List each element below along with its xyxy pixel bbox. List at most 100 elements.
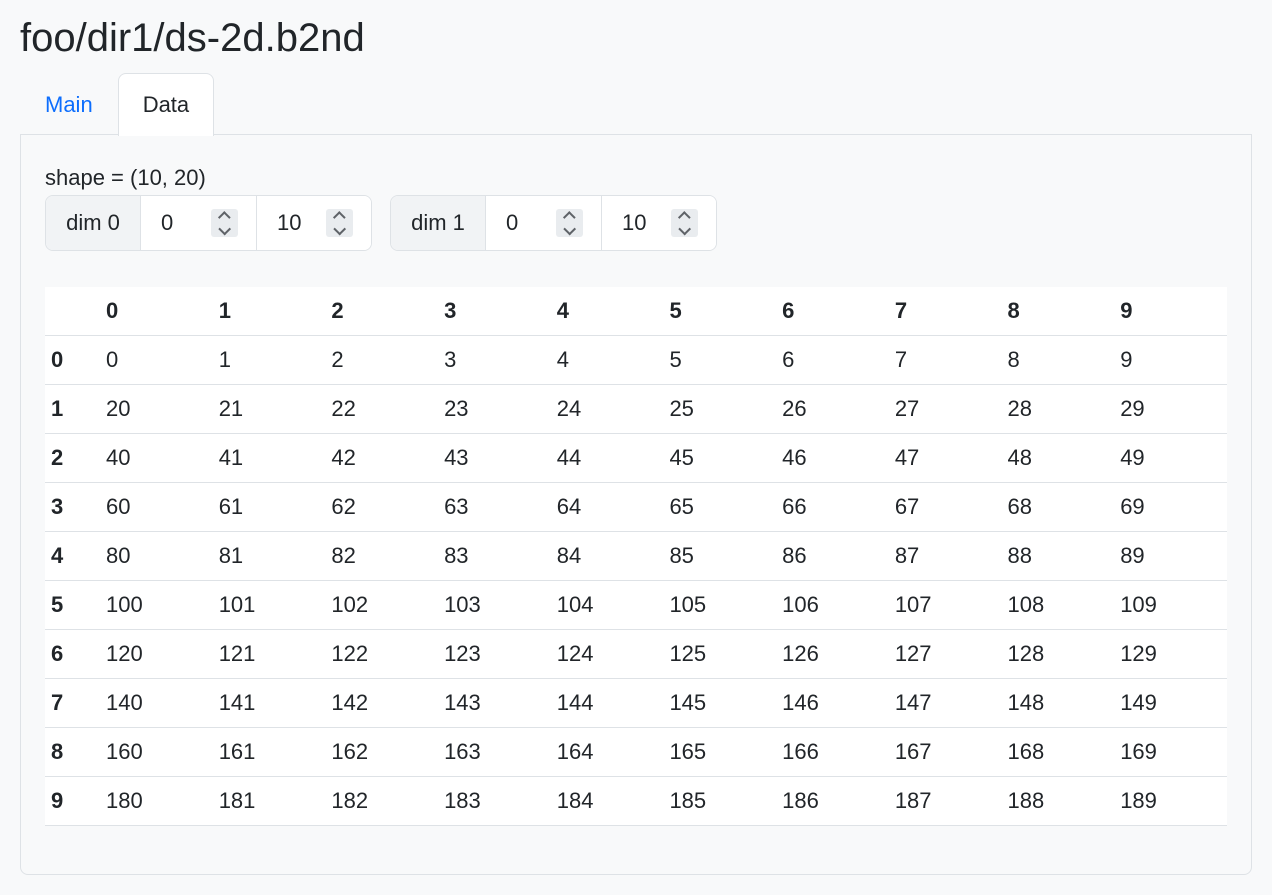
- table-cell: 128: [1001, 629, 1115, 679]
- corner-cell: [45, 287, 100, 336]
- table-cell: 108: [1001, 580, 1115, 630]
- table-row: 5 100 101 102 103 104 105 106 107 108 109: [45, 580, 1227, 630]
- table-cell: 185: [663, 776, 777, 826]
- table-cell: 3: [438, 335, 551, 385]
- table-cell: 186: [776, 776, 889, 826]
- column-header: 8: [1001, 287, 1115, 336]
- table-cell: 164: [550, 727, 664, 777]
- table-cell: 2: [325, 335, 439, 385]
- table-cell: 147: [888, 678, 1002, 728]
- table-cell: 167: [888, 727, 1002, 777]
- dim-1-start-input[interactable]: 0: [486, 196, 601, 250]
- table-cell: 123: [438, 629, 551, 679]
- table-cell: 21: [212, 384, 326, 434]
- table-cell: 27: [888, 384, 1002, 434]
- table-cell: 184: [550, 776, 664, 826]
- table-cell: 88: [1001, 531, 1115, 581]
- table-cell: 82: [325, 531, 439, 581]
- table-row: 3 60 61 62 63 64 65 66 67 68 69: [45, 482, 1227, 532]
- table-cell: 64: [550, 482, 664, 532]
- table-cell: 143: [438, 678, 551, 728]
- table-cell: 182: [325, 776, 439, 826]
- table-cell: 183: [438, 776, 551, 826]
- dim-0-stop-input[interactable]: 10: [256, 196, 371, 250]
- chevron-down-icon: [678, 222, 691, 235]
- table-cell: 104: [550, 580, 664, 630]
- table-cell: 9: [1114, 335, 1227, 385]
- dim-0-slice-control: dim 0 0 10: [45, 195, 372, 251]
- table-cell: 109: [1114, 580, 1227, 630]
- table-header-row: 0 1 2 3 4 5 6 7 8 9: [45, 287, 1227, 336]
- stepper-chevrons-icon[interactable]: [671, 209, 698, 237]
- table-cell: 126: [776, 629, 889, 679]
- stepper-chevrons-icon[interactable]: [211, 209, 238, 237]
- row-index: 1: [45, 384, 100, 434]
- chevron-up-icon: [333, 211, 346, 224]
- stepper-chevrons-icon[interactable]: [326, 209, 353, 237]
- table-row: 00123456789: [45, 335, 1227, 385]
- data-table: 0 1 2 3 4 5 6 7 8 9 0 0 1 2 3 4 5 6 7 8 9 1 20 21 22 23…: [45, 287, 1227, 826]
- chevron-down-icon: [218, 222, 231, 235]
- table-cell: 189: [1114, 776, 1227, 826]
- dim-1-label: dim 1: [391, 196, 486, 250]
- table-cell: 46: [776, 433, 889, 483]
- table-cell: 103: [438, 580, 551, 630]
- table-cell: 62: [325, 482, 439, 532]
- table-cell: 181: [212, 776, 326, 826]
- table-cell: 146: [776, 678, 889, 728]
- table-cell: 60: [100, 482, 213, 532]
- table-cell: 22: [325, 384, 439, 434]
- row-index: 0: [45, 335, 100, 385]
- column-header: 6: [776, 287, 889, 336]
- column-header: 3: [438, 287, 551, 336]
- dim-1-stop-input[interactable]: 10: [601, 196, 716, 250]
- tab-main[interactable]: Main: [20, 73, 118, 135]
- row-index: 9: [45, 776, 100, 826]
- dim-0-start-input[interactable]: 0: [141, 196, 256, 250]
- table-row: 9 180 181 182 183 184 185 186 187 188 189: [45, 776, 1227, 826]
- column-header: 7: [888, 287, 1002, 336]
- tab-data[interactable]: Data: [117, 73, 215, 136]
- table-cell: 25: [663, 384, 777, 434]
- table-cell: 63: [438, 482, 551, 532]
- table-cell: 149: [1114, 678, 1227, 728]
- table-cell: 144: [550, 678, 664, 728]
- table-cell: 127: [888, 629, 1002, 679]
- column-header: 1: [212, 287, 326, 336]
- table-cell: 84: [550, 531, 664, 581]
- table-row: 1 20 21 22 23 24 25 26 27 28 29: [45, 384, 1227, 434]
- table-cell: 187: [888, 776, 1002, 826]
- row-index: 2: [45, 433, 100, 483]
- table-cell: 83: [438, 531, 551, 581]
- table-cell: 166: [776, 727, 889, 777]
- table-cell: 41: [212, 433, 326, 483]
- chevron-down-icon: [563, 222, 576, 235]
- column-header: 0: [100, 287, 213, 336]
- chevron-up-icon: [563, 211, 576, 224]
- table-body: 0 0 1 2 3 4 5 6 7 8 9 1 20 21 22 23 24 25 26 27 28 29 2 40 41 42 4…: [45, 335, 1227, 826]
- row-index: 7: [45, 678, 100, 728]
- dim-0-label: dim 0: [46, 196, 141, 250]
- row-index: 4: [45, 531, 100, 581]
- chevron-up-icon: [218, 211, 231, 224]
- table-row: 7 140 141 142 143 144 145 146 147 148 149: [45, 678, 1227, 728]
- table-cell: 162: [325, 727, 439, 777]
- table-cell: 42: [325, 433, 439, 483]
- page-title: foo/dir1/ds-2d.b2nd: [20, 16, 365, 60]
- dim-1-start-value: 0: [506, 210, 519, 235]
- table-cell: 120: [100, 629, 213, 679]
- table-cell: 1: [212, 335, 326, 385]
- table-cell: 45: [663, 433, 777, 483]
- table-cell: 28: [1001, 384, 1115, 434]
- table-cell: 40: [100, 433, 213, 483]
- table-cell: 121: [212, 629, 326, 679]
- shape-label: shape = (10, 20): [45, 165, 206, 190]
- table-cell: 65: [663, 482, 777, 532]
- row-index: 8: [45, 727, 100, 777]
- table-row: 6 120 121 122 123 124 125 126 127 128 129: [45, 629, 1227, 679]
- stepper-chevrons-icon[interactable]: [556, 209, 583, 237]
- table-cell: 6: [776, 335, 889, 385]
- column-header: 9: [1114, 287, 1227, 336]
- column-header: 5: [663, 287, 777, 336]
- table-cell: 107: [888, 580, 1002, 630]
